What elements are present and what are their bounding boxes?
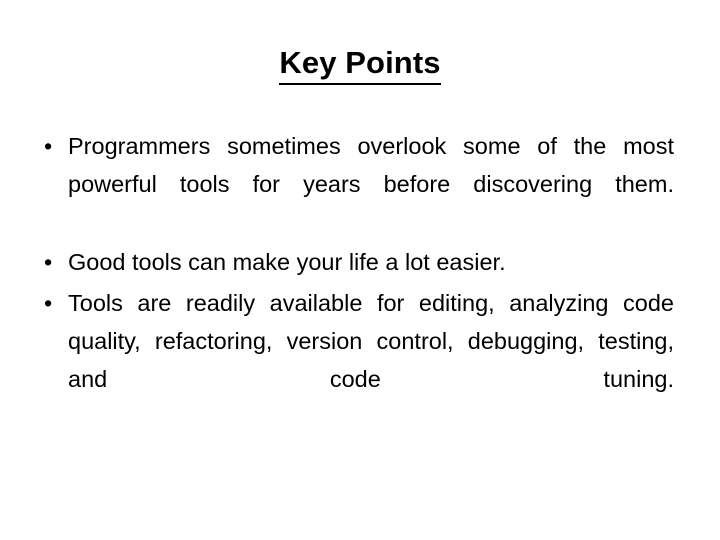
list-item-text: Good tools can make your life a lot easi…	[68, 249, 506, 276]
list-item-text: Programmers sometimes overlook some of t…	[68, 133, 674, 197]
list-item: • Good tools can make your life a lot ea…	[34, 244, 674, 282]
bullet-dot-icon: •	[44, 133, 53, 159]
list-item: • Tools are readily available for editin…	[34, 285, 674, 436]
slide-canvas: Key Points • Programmers sometimes overl…	[0, 0, 720, 540]
bullet-dot-icon: •	[44, 290, 53, 317]
list-item-text: Tools are readily available for editing,…	[68, 290, 674, 392]
bullet-list: • Programmers sometimes overlook some of…	[34, 128, 674, 439]
list-item: • Programmers sometimes overlook some of…	[34, 128, 674, 241]
page-title: Key Points	[0, 45, 720, 85]
bullet-dot-icon: •	[44, 249, 53, 276]
page-title-text: Key Points	[279, 45, 441, 85]
